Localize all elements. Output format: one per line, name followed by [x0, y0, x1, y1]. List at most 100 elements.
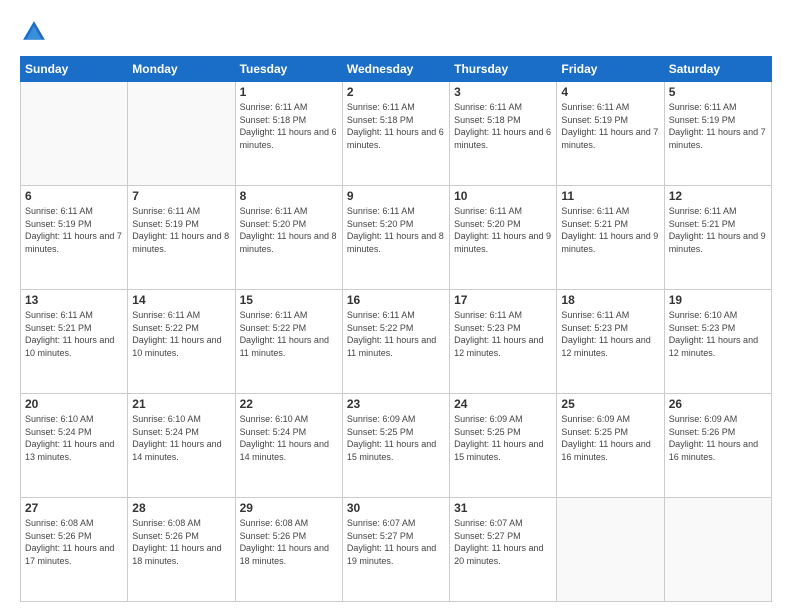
day-number: 6	[25, 189, 123, 203]
day-info: Sunrise: 6:11 AM Sunset: 5:22 PM Dayligh…	[240, 309, 338, 359]
calendar-week-row: 20Sunrise: 6:10 AM Sunset: 5:24 PM Dayli…	[21, 394, 772, 498]
calendar-cell: 29 Sunrise: 6:08 AM Sunset: 5:26 PM Dayli…	[235, 498, 342, 602]
day-info: Sunrise: 6:11 AM Sunset: 5:20 PM Dayligh…	[454, 205, 552, 255]
day-number: 27	[25, 501, 123, 515]
day-number: 24	[454, 397, 552, 411]
calendar-cell	[21, 82, 128, 186]
calendar-table: SundayMondayTuesdayWednesdayThursdayFrid…	[20, 56, 772, 602]
day-info: Sunrise: 6:10 AM Sunset: 5:24 PM Dayligh…	[25, 413, 123, 463]
calendar-week-row: 27 Sunrise: 6:08 AM Sunset: 5:26 PM Dayli…	[21, 498, 772, 602]
calendar-week-row: 6 Sunrise: 6:11 AM Sunset: 5:19 PM Daylig…	[21, 186, 772, 290]
day-info: Sunrise: 6:08 AM Sunset: 5:26 PM Dayligh…	[240, 517, 338, 567]
calendar-cell: 15 Sunrise: 6:11 AM Sunset: 5:22 PM Dayli…	[235, 290, 342, 394]
calendar-cell: 26 Sunrise: 6:09 AM Sunset: 5:26 PM Dayli…	[664, 394, 771, 498]
day-info: Sunrise: 6:11 AM Sunset: 5:19 PM Dayligh…	[561, 101, 659, 151]
day-info: Sunrise: 6:11 AM Sunset: 5:18 PM Dayligh…	[347, 101, 445, 151]
day-number: 12	[669, 189, 767, 203]
day-info: Sunrise: 6:11 AM Sunset: 5:22 PM Dayligh…	[347, 309, 445, 359]
day-info: Sunrise: 6:10 AM Sunset: 5:23 PM Dayligh…	[669, 309, 767, 359]
calendar-cell: 5 Sunrise: 6:11 AM Sunset: 5:19 PM Daylig…	[664, 82, 771, 186]
calendar-cell: 7Sunrise: 6:11 AM Sunset: 5:19 PM Daylig…	[128, 186, 235, 290]
calendar-cell	[557, 498, 664, 602]
calendar-cell: 12 Sunrise: 6:11 AM Sunset: 5:21 PM Dayli…	[664, 186, 771, 290]
day-number: 15	[240, 293, 338, 307]
day-number: 10	[454, 189, 552, 203]
day-number: 21	[132, 397, 230, 411]
header	[20, 18, 772, 46]
day-info: Sunrise: 6:09 AM Sunset: 5:25 PM Dayligh…	[454, 413, 552, 463]
day-of-week-header: Sunday	[21, 57, 128, 82]
day-number: 9	[347, 189, 445, 203]
calendar-cell: 25 Sunrise: 6:09 AM Sunset: 5:25 PM Dayli…	[557, 394, 664, 498]
calendar-cell: 1 Sunrise: 6:11 AM Sunset: 5:18 PM Daylig…	[235, 82, 342, 186]
day-of-week-header: Wednesday	[342, 57, 449, 82]
day-number: 11	[561, 189, 659, 203]
day-info: Sunrise: 6:08 AM Sunset: 5:26 PM Dayligh…	[132, 517, 230, 567]
day-info: Sunrise: 6:10 AM Sunset: 5:24 PM Dayligh…	[132, 413, 230, 463]
day-number: 18	[561, 293, 659, 307]
calendar-cell: 17 Sunrise: 6:11 AM Sunset: 5:23 PM Dayli…	[450, 290, 557, 394]
day-number: 19	[669, 293, 767, 307]
day-number: 22	[240, 397, 338, 411]
day-of-week-header: Friday	[557, 57, 664, 82]
calendar-cell: 28 Sunrise: 6:08 AM Sunset: 5:26 PM Dayli…	[128, 498, 235, 602]
day-info: Sunrise: 6:09 AM Sunset: 5:25 PM Dayligh…	[561, 413, 659, 463]
calendar-cell: 10 Sunrise: 6:11 AM Sunset: 5:20 PM Dayli…	[450, 186, 557, 290]
day-number: 23	[347, 397, 445, 411]
calendar-cell: 21 Sunrise: 6:10 AM Sunset: 5:24 PM Dayli…	[128, 394, 235, 498]
calendar-cell: 27 Sunrise: 6:08 AM Sunset: 5:26 PM Dayli…	[21, 498, 128, 602]
day-number: 16	[347, 293, 445, 307]
calendar-header-row: SundayMondayTuesdayWednesdayThursdayFrid…	[21, 57, 772, 82]
calendar-cell: 18 Sunrise: 6:11 AM Sunset: 5:23 PM Dayli…	[557, 290, 664, 394]
calendar-cell: 19 Sunrise: 6:10 AM Sunset: 5:23 PM Dayli…	[664, 290, 771, 394]
logo-icon	[20, 18, 48, 46]
calendar-cell: 3 Sunrise: 6:11 AM Sunset: 5:18 PM Daylig…	[450, 82, 557, 186]
calendar-cell: 2Sunrise: 6:11 AM Sunset: 5:18 PM Daylig…	[342, 82, 449, 186]
day-of-week-header: Saturday	[664, 57, 771, 82]
calendar-cell: 16 Sunrise: 6:11 AM Sunset: 5:22 PM Dayli…	[342, 290, 449, 394]
calendar-cell: 11 Sunrise: 6:11 AM Sunset: 5:21 PM Dayli…	[557, 186, 664, 290]
day-number: 17	[454, 293, 552, 307]
day-number: 3	[454, 85, 552, 99]
day-info: Sunrise: 6:11 AM Sunset: 5:23 PM Dayligh…	[454, 309, 552, 359]
calendar-cell	[128, 82, 235, 186]
day-number: 13	[25, 293, 123, 307]
day-of-week-header: Thursday	[450, 57, 557, 82]
day-number: 30	[347, 501, 445, 515]
day-info: Sunrise: 6:07 AM Sunset: 5:27 PM Dayligh…	[454, 517, 552, 567]
day-number: 25	[561, 397, 659, 411]
day-number: 31	[454, 501, 552, 515]
calendar-cell: 23Sunrise: 6:09 AM Sunset: 5:25 PM Dayli…	[342, 394, 449, 498]
day-number: 14	[132, 293, 230, 307]
day-number: 1	[240, 85, 338, 99]
page: SundayMondayTuesdayWednesdayThursdayFrid…	[0, 0, 792, 612]
calendar-week-row: 1 Sunrise: 6:11 AM Sunset: 5:18 PM Daylig…	[21, 82, 772, 186]
day-info: Sunrise: 6:11 AM Sunset: 5:21 PM Dayligh…	[561, 205, 659, 255]
day-number: 26	[669, 397, 767, 411]
day-number: 29	[240, 501, 338, 515]
day-info: Sunrise: 6:11 AM Sunset: 5:21 PM Dayligh…	[669, 205, 767, 255]
day-info: Sunrise: 6:11 AM Sunset: 5:20 PM Dayligh…	[240, 205, 338, 255]
day-info: Sunrise: 6:09 AM Sunset: 5:26 PM Dayligh…	[669, 413, 767, 463]
day-number: 8	[240, 189, 338, 203]
day-number: 5	[669, 85, 767, 99]
calendar-cell: 31 Sunrise: 6:07 AM Sunset: 5:27 PM Dayli…	[450, 498, 557, 602]
day-of-week-header: Monday	[128, 57, 235, 82]
day-info: Sunrise: 6:11 AM Sunset: 5:23 PM Dayligh…	[561, 309, 659, 359]
day-number: 28	[132, 501, 230, 515]
calendar-cell: 22 Sunrise: 6:10 AM Sunset: 5:24 PM Dayli…	[235, 394, 342, 498]
calendar-cell: 9Sunrise: 6:11 AM Sunset: 5:20 PM Daylig…	[342, 186, 449, 290]
day-info: Sunrise: 6:11 AM Sunset: 5:18 PM Dayligh…	[240, 101, 338, 151]
calendar-cell: 8 Sunrise: 6:11 AM Sunset: 5:20 PM Daylig…	[235, 186, 342, 290]
day-info: Sunrise: 6:07 AM Sunset: 5:27 PM Dayligh…	[347, 517, 445, 567]
calendar-cell: 20Sunrise: 6:10 AM Sunset: 5:24 PM Dayli…	[21, 394, 128, 498]
day-info: Sunrise: 6:11 AM Sunset: 5:19 PM Dayligh…	[132, 205, 230, 255]
day-info: Sunrise: 6:11 AM Sunset: 5:19 PM Dayligh…	[669, 101, 767, 151]
day-number: 4	[561, 85, 659, 99]
day-info: Sunrise: 6:11 AM Sunset: 5:18 PM Dayligh…	[454, 101, 552, 151]
calendar-cell: 13Sunrise: 6:11 AM Sunset: 5:21 PM Dayli…	[21, 290, 128, 394]
calendar-cell: 14Sunrise: 6:11 AM Sunset: 5:22 PM Dayli…	[128, 290, 235, 394]
day-info: Sunrise: 6:10 AM Sunset: 5:24 PM Dayligh…	[240, 413, 338, 463]
calendar-cell: 4 Sunrise: 6:11 AM Sunset: 5:19 PM Daylig…	[557, 82, 664, 186]
day-info: Sunrise: 6:08 AM Sunset: 5:26 PM Dayligh…	[25, 517, 123, 567]
